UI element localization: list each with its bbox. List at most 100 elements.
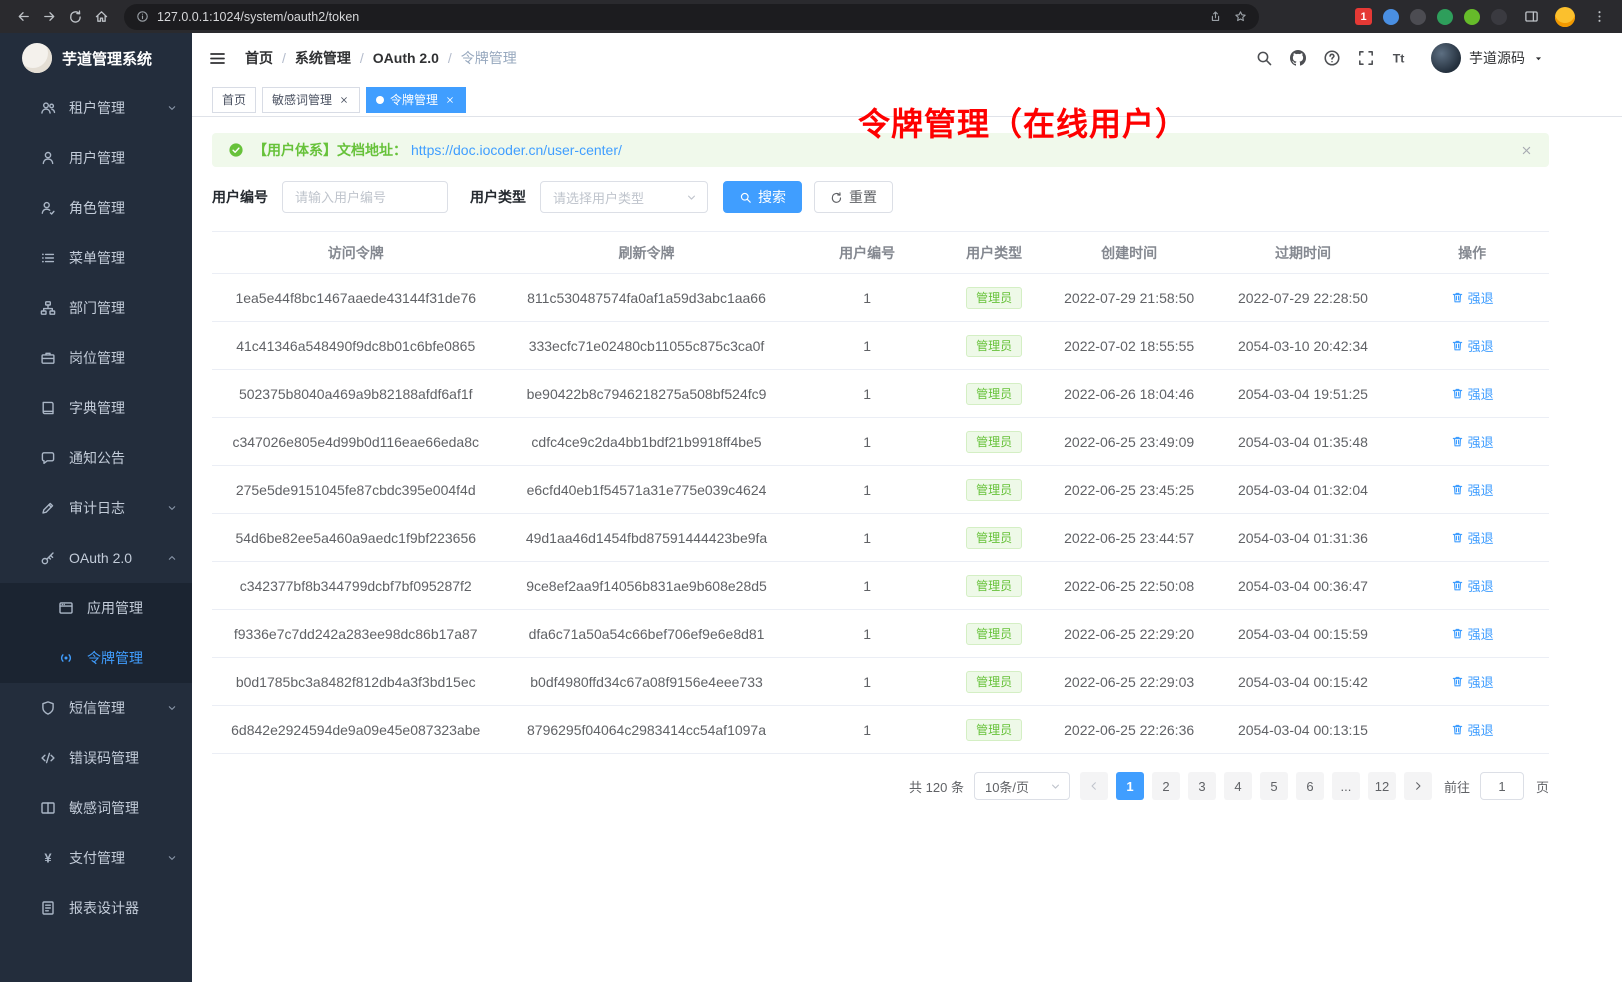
filter-form: 用户编号 用户类型 请选择用户类型 搜索 重置 bbox=[212, 181, 1549, 213]
key-icon bbox=[40, 550, 56, 566]
trash-icon bbox=[1451, 723, 1464, 736]
tree-icon bbox=[40, 300, 56, 316]
page-button-2[interactable]: 2 bbox=[1152, 772, 1180, 800]
sidebar-item-sms[interactable]: 短信管理 bbox=[0, 683, 192, 733]
sidebar-item-oauth2-token[interactable]: 令牌管理 bbox=[0, 633, 192, 683]
extension-icon[interactable] bbox=[1491, 9, 1507, 25]
share-icon[interactable] bbox=[1209, 10, 1222, 23]
force-logout-button[interactable]: 强退 bbox=[1451, 720, 1494, 739]
alert-close-icon[interactable] bbox=[1520, 144, 1533, 157]
sidebar-item-menu[interactable]: 菜单管理 bbox=[0, 233, 192, 283]
page-button-1[interactable]: 1 bbox=[1116, 772, 1144, 800]
sidebar-item-error-code[interactable]: 错误码管理 bbox=[0, 733, 192, 783]
side-panel-icon[interactable] bbox=[1518, 4, 1544, 30]
tab-home[interactable]: 首页 bbox=[212, 87, 256, 113]
user-id-input[interactable] bbox=[282, 181, 448, 213]
page-button-6[interactable]: 6 bbox=[1296, 772, 1324, 800]
breadcrumb-item[interactable]: OAuth 2.0 bbox=[373, 50, 439, 66]
prev-page-button[interactable] bbox=[1080, 772, 1108, 800]
access-token-cell: 275e5de9151045fe87cbdc395e004f4d bbox=[212, 466, 499, 514]
search-icon[interactable] bbox=[1255, 49, 1273, 67]
create-time-cell: 2022-06-25 22:26:36 bbox=[1048, 706, 1211, 754]
force-logout-button[interactable]: 强退 bbox=[1451, 336, 1494, 355]
page-button-4[interactable]: 4 bbox=[1224, 772, 1252, 800]
force-logout-button[interactable]: 强退 bbox=[1451, 480, 1494, 499]
user-type-select[interactable]: 请选择用户类型 bbox=[540, 181, 708, 213]
user-menu[interactable]: 芋道源码 bbox=[1431, 43, 1544, 73]
user-avatar bbox=[1431, 43, 1461, 73]
tab-sensitive-word[interactable]: 敏感词管理 bbox=[262, 87, 360, 113]
home-icon[interactable] bbox=[88, 4, 114, 30]
back-icon[interactable] bbox=[10, 4, 36, 30]
page-button-12[interactable]: 12 bbox=[1368, 772, 1396, 800]
jump-page-input[interactable] bbox=[1480, 772, 1524, 800]
force-logout-button[interactable]: 强退 bbox=[1451, 672, 1494, 691]
sidebar-item-audit-log[interactable]: 审计日志 bbox=[0, 483, 192, 533]
address-bar[interactable]: 127.0.0.1:1024/system/oauth2/token bbox=[124, 4, 1259, 30]
page-button-3[interactable]: 3 bbox=[1188, 772, 1216, 800]
expire-time-cell: 2054-03-04 01:32:04 bbox=[1211, 466, 1396, 514]
fullscreen-icon[interactable] bbox=[1357, 49, 1375, 67]
profile-avatar[interactable] bbox=[1555, 7, 1575, 27]
jump-suffix: 页 bbox=[1536, 777, 1549, 796]
shield-icon bbox=[40, 700, 56, 716]
force-logout-button[interactable]: 强退 bbox=[1451, 576, 1494, 595]
bookmark-star-icon[interactable] bbox=[1234, 10, 1247, 23]
user-id-cell: 1 bbox=[794, 274, 941, 322]
breadcrumb-separator: / bbox=[360, 50, 364, 66]
reload-icon[interactable] bbox=[62, 4, 88, 30]
force-logout-button[interactable]: 强退 bbox=[1451, 528, 1494, 547]
github-icon[interactable] bbox=[1289, 49, 1307, 67]
page-size-select[interactable]: 10条/页 bbox=[974, 772, 1070, 800]
close-icon[interactable] bbox=[338, 94, 350, 106]
browser-menu-icon[interactable] bbox=[1586, 4, 1612, 30]
extension-icon[interactable] bbox=[1383, 9, 1399, 25]
extension-icon[interactable] bbox=[1464, 9, 1480, 25]
sidebar-item-oauth2[interactable]: OAuth 2.0 bbox=[0, 533, 192, 583]
sidebar-item-pay[interactable]: ¥支付管理 bbox=[0, 833, 192, 883]
sidebar-item-report[interactable]: 报表设计器 bbox=[0, 883, 192, 933]
reset-button[interactable]: 重置 bbox=[814, 181, 893, 213]
page-button-5[interactable]: 5 bbox=[1260, 772, 1288, 800]
extension-icon[interactable]: 1 bbox=[1355, 8, 1372, 25]
breadcrumb-separator: / bbox=[448, 50, 452, 66]
extension-icon[interactable] bbox=[1437, 9, 1453, 25]
site-info-icon[interactable] bbox=[136, 10, 149, 23]
column-header: 访问令牌 bbox=[212, 232, 499, 274]
close-icon[interactable] bbox=[444, 94, 456, 106]
sidebar-item-oauth2-app[interactable]: 应用管理 bbox=[0, 583, 192, 633]
breadcrumb-item[interactable]: 系统管理 bbox=[295, 48, 351, 68]
next-page-button[interactable] bbox=[1404, 772, 1432, 800]
force-logout-button[interactable]: 强退 bbox=[1451, 624, 1494, 643]
sidebar-item-post[interactable]: 岗位管理 bbox=[0, 333, 192, 383]
font-size-icon[interactable]: Tt bbox=[1391, 49, 1409, 67]
sidebar-item-user[interactable]: 用户管理 bbox=[0, 133, 192, 183]
search-button[interactable]: 搜索 bbox=[723, 181, 802, 213]
tab-token[interactable]: 令牌管理 bbox=[366, 87, 466, 113]
help-icon[interactable] bbox=[1323, 49, 1341, 67]
sidebar-item-dict[interactable]: 字典管理 bbox=[0, 383, 192, 433]
force-logout-button[interactable]: 强退 bbox=[1451, 384, 1494, 403]
book-icon bbox=[40, 400, 56, 416]
forward-icon[interactable] bbox=[36, 4, 62, 30]
hamburger-icon[interactable] bbox=[208, 49, 227, 68]
sidebar-item-tenant[interactable]: 租户管理 bbox=[0, 83, 192, 133]
expire-time-cell: 2054-03-04 19:51:25 bbox=[1211, 370, 1396, 418]
alert-doc-link[interactable]: https://doc.iocoder.cn/user-center/ bbox=[411, 142, 622, 158]
expire-time-cell: 2054-03-10 20:42:34 bbox=[1211, 322, 1396, 370]
force-logout-button[interactable]: 强退 bbox=[1451, 288, 1494, 307]
pager-more[interactable]: ... bbox=[1332, 772, 1360, 800]
chevron-up-icon bbox=[166, 552, 178, 564]
column-header: 过期时间 bbox=[1211, 232, 1396, 274]
sidebar-item-sensitive-word[interactable]: 敏感词管理 bbox=[0, 783, 192, 833]
trash-icon bbox=[1451, 675, 1464, 688]
sidebar-item-notice[interactable]: 通知公告 bbox=[0, 433, 192, 483]
force-logout-button[interactable]: 强退 bbox=[1451, 432, 1494, 451]
app-logo[interactable]: 芋道管理系统 bbox=[0, 33, 192, 83]
sidebar-item-role[interactable]: 角色管理 bbox=[0, 183, 192, 233]
extension-icon[interactable] bbox=[1410, 9, 1426, 25]
breadcrumb-item[interactable]: 首页 bbox=[245, 48, 273, 68]
table-row: 275e5de9151045fe87cbdc395e004f4de6cfd40e… bbox=[212, 466, 1549, 514]
sidebar-item-dept[interactable]: 部门管理 bbox=[0, 283, 192, 333]
user-type-tag: 管理员 bbox=[966, 671, 1022, 693]
